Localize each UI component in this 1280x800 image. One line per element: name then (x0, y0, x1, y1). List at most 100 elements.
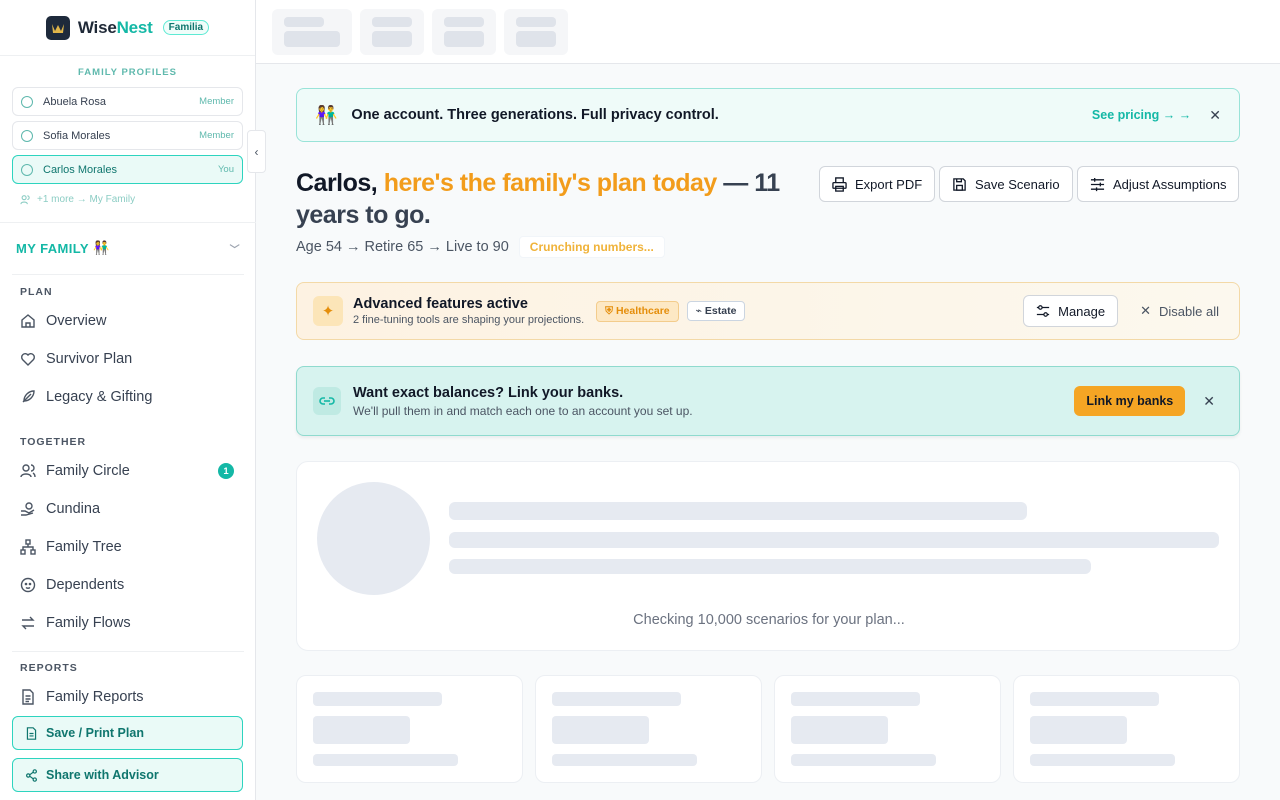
nav-section-reports: REPORTS (20, 662, 78, 674)
divider (12, 274, 244, 275)
export-pdf-button[interactable]: Export PDF (819, 166, 936, 202)
close-icon[interactable]: ✕ (1203, 393, 1215, 410)
feather-icon (22, 390, 35, 403)
loading-skeleton-line (449, 502, 1027, 520)
sidebar-item-cundina[interactable]: Cundina (20, 496, 240, 522)
sidebar-item-label: Dependents (46, 577, 125, 593)
stat-card-skeleton (535, 675, 762, 783)
sidebar-item-family-reports[interactable]: Family Reports (20, 684, 240, 710)
stat-card-skeleton (774, 675, 1001, 783)
save-print-plan-button[interactable]: Save / Print Plan (12, 716, 243, 750)
tab-skeleton (272, 9, 352, 55)
profile-role: Member (199, 130, 234, 141)
manage-label: Manage (1058, 303, 1106, 319)
sidebar-item-label: Legacy & Gifting (46, 389, 153, 405)
save-scenario-label: Save Scenario (975, 176, 1060, 192)
chevron-down-icon: ﹀ (229, 244, 240, 256)
sidebar-item-family-tree[interactable]: Family Tree (20, 534, 240, 560)
logo-icon (45, 15, 70, 40)
advanced-features-subtitle: 2 fine-tuning tools are shaping your pro… (353, 314, 585, 326)
loading-skeleton-line (449, 559, 1091, 574)
sidebar-item-legacy-gifting[interactable]: Legacy & Gifting (20, 384, 240, 410)
users-icon (20, 464, 36, 478)
see-pricing-link[interactable]: See pricing → → (1092, 108, 1191, 122)
profile-name: Carlos Morales (43, 163, 117, 176)
healthcare-chip[interactable]: ⛨ Healthcare (596, 300, 679, 322)
sidebar: WiseNest Familia FAMILY PROFILES Abuela … (0, 0, 256, 800)
nav-section-plan: PLAN (20, 286, 53, 298)
divider (0, 222, 256, 223)
sliders-icon (1090, 177, 1105, 191)
printer-icon (832, 176, 847, 192)
tab-skeleton (504, 9, 568, 55)
age-summary: Age 54 → Retire 65 → Live to 90 Crunchin… (296, 236, 665, 258)
disable-all-button[interactable]: ✕ Disable all (1140, 303, 1219, 319)
loading-caption: Checking 10,000 scenarios for your plan.… (633, 612, 905, 628)
manage-button[interactable]: Manage (1023, 295, 1119, 327)
disable-all-label: Disable all (1159, 303, 1219, 319)
more-profiles-link[interactable]: +1 more → My Family (20, 194, 135, 205)
family-profiles-title: FAMILY PROFILES (78, 67, 177, 78)
collapse-sidebar-button[interactable]: ‹ (247, 130, 266, 173)
advanced-features-text: Advanced features active 2 fine-tuning t… (353, 296, 584, 326)
sidebar-item-family-circle[interactable]: Family Circle 1 (20, 458, 240, 484)
profile-carlos-morales[interactable]: Carlos Morales You (12, 155, 243, 184)
estate-chip[interactable]: ⌁ Estate (686, 301, 746, 321)
baby-icon (20, 577, 36, 593)
sidebar-item-label: Family Tree (46, 539, 122, 555)
sidebar-item-label: Family Circle (46, 463, 130, 479)
export-pdf-label: Export PDF (855, 176, 923, 192)
tab-skeleton (432, 9, 496, 55)
scenario-loading-card: Checking 10,000 scenarios for your plan.… (296, 461, 1240, 651)
sparkles-icon: ✦ (313, 296, 343, 326)
profile-role: Member (199, 96, 234, 107)
share-with-advisor-label: Share with Advisor (46, 768, 159, 782)
share-icon (26, 768, 37, 782)
share-with-advisor-button[interactable]: Share with Advisor (12, 758, 243, 792)
my-family-toggle[interactable]: MY FAMILY 👫 ﹀ (16, 240, 240, 256)
link-my-banks-button[interactable]: Link my banks (1074, 386, 1186, 416)
save-scenario-button[interactable]: Save Scenario (939, 166, 1073, 202)
users-icon (20, 195, 30, 205)
arrows-left-right-icon (21, 616, 35, 630)
notification-count-badge: 1 (218, 463, 234, 479)
document-icon (26, 726, 37, 740)
profile-name: Abuela Rosa (43, 95, 106, 108)
profile-sofia-morales[interactable]: Sofia Morales Member (12, 121, 243, 150)
close-icon[interactable]: ✕ (1209, 107, 1221, 124)
save-print-plan-label: Save / Print Plan (46, 726, 144, 740)
family-emoji-icon: 👫 (92, 240, 110, 255)
user-circle-icon (21, 163, 33, 176)
brand-badge: Familia (162, 20, 210, 35)
profile-role: You (217, 164, 234, 175)
top-bar (256, 0, 1280, 64)
adjust-assumptions-button[interactable]: Adjust Assumptions (1077, 166, 1240, 202)
more-profiles-label: +1 more → My Family (37, 194, 136, 205)
link-banks-title: Want exact balances? Link your banks. (353, 384, 624, 401)
advanced-features-title: Advanced features active (353, 296, 528, 312)
sidebar-item-label: Family Reports (46, 689, 144, 705)
profile-abuela-rosa[interactable]: Abuela Rosa Member (12, 87, 243, 116)
link-icon (313, 387, 341, 415)
user-circle-icon (21, 129, 33, 142)
banner-message: One account. Three generations. Full pri… (351, 107, 719, 123)
my-family-label: MY FAMILY (16, 240, 89, 256)
sidebar-item-survivor-plan[interactable]: Survivor Plan (20, 346, 240, 372)
chevron-left-icon: ‹ (254, 144, 259, 159)
tab-skeleton (360, 9, 424, 55)
sidebar-item-label: Overview (46, 313, 107, 329)
home-icon (21, 314, 35, 328)
sidebar-item-label: Cundina (46, 501, 101, 517)
advanced-features-panel: ✦ Advanced features active 2 fine-tuning… (296, 282, 1240, 340)
divider (12, 651, 244, 652)
sidebar-item-family-flows[interactable]: Family Flows (20, 610, 240, 636)
brand-name: WiseNest (77, 17, 153, 37)
tree-structure-icon (20, 539, 36, 555)
sidebar-item-dependents[interactable]: Dependents (20, 572, 240, 598)
stat-card-skeleton (296, 675, 523, 783)
sidebar-item-overview[interactable]: Overview (20, 308, 240, 334)
brand[interactable]: WiseNest Familia (0, 0, 255, 56)
save-icon (953, 177, 966, 191)
sidebar-item-label: Survivor Plan (46, 351, 133, 367)
pricing-banner: 👫 One account. Three generations. Full p… (296, 88, 1240, 142)
